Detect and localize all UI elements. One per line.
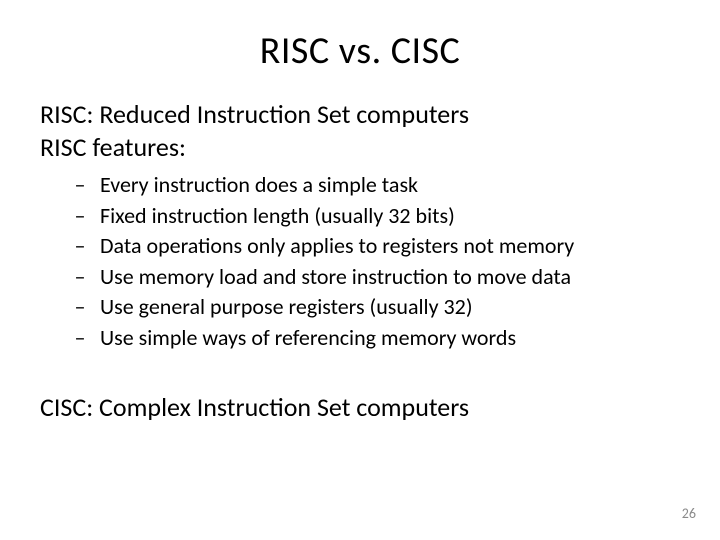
dash-icon: – xyxy=(40,293,100,322)
dash-icon: – xyxy=(40,263,100,292)
list-item: – Use memory load and store instruction … xyxy=(40,263,680,292)
feature-list: – Every instruction does a simple task –… xyxy=(40,171,680,353)
dash-icon: – xyxy=(40,171,100,200)
list-item: – Fixed instruction length (usually 32 b… xyxy=(40,202,680,231)
bullet-text: Use memory load and store instruction to… xyxy=(100,263,680,292)
list-item: – Use simple ways of referencing memory … xyxy=(40,324,680,353)
page-number: 26 xyxy=(682,505,696,522)
cisc-definition: CISC: Complex Instruction Set computers xyxy=(40,391,680,424)
bullet-text: Use general purpose registers (usually 3… xyxy=(100,293,680,322)
bullet-text: Fixed instruction length (usually 32 bit… xyxy=(100,202,680,231)
risc-definition: RISC: Reduced Instruction Set computers xyxy=(40,98,680,131)
slide-title: RISC vs. CISC xyxy=(40,28,680,74)
bullet-text: Every instruction does a simple task xyxy=(100,171,680,200)
list-item: – Data operations only applies to regist… xyxy=(40,232,680,261)
dash-icon: – xyxy=(40,232,100,261)
dash-icon: – xyxy=(40,324,100,353)
list-item: – Every instruction does a simple task xyxy=(40,171,680,200)
bullet-text: Use simple ways of referencing memory wo… xyxy=(100,324,680,353)
risc-features-heading: RISC features: xyxy=(40,131,680,164)
bullet-text: Data operations only applies to register… xyxy=(100,232,680,261)
dash-icon: – xyxy=(40,202,100,231)
list-item: – Use general purpose registers (usually… xyxy=(40,293,680,322)
slide: RISC vs. CISC RISC: Reduced Instruction … xyxy=(0,0,720,540)
